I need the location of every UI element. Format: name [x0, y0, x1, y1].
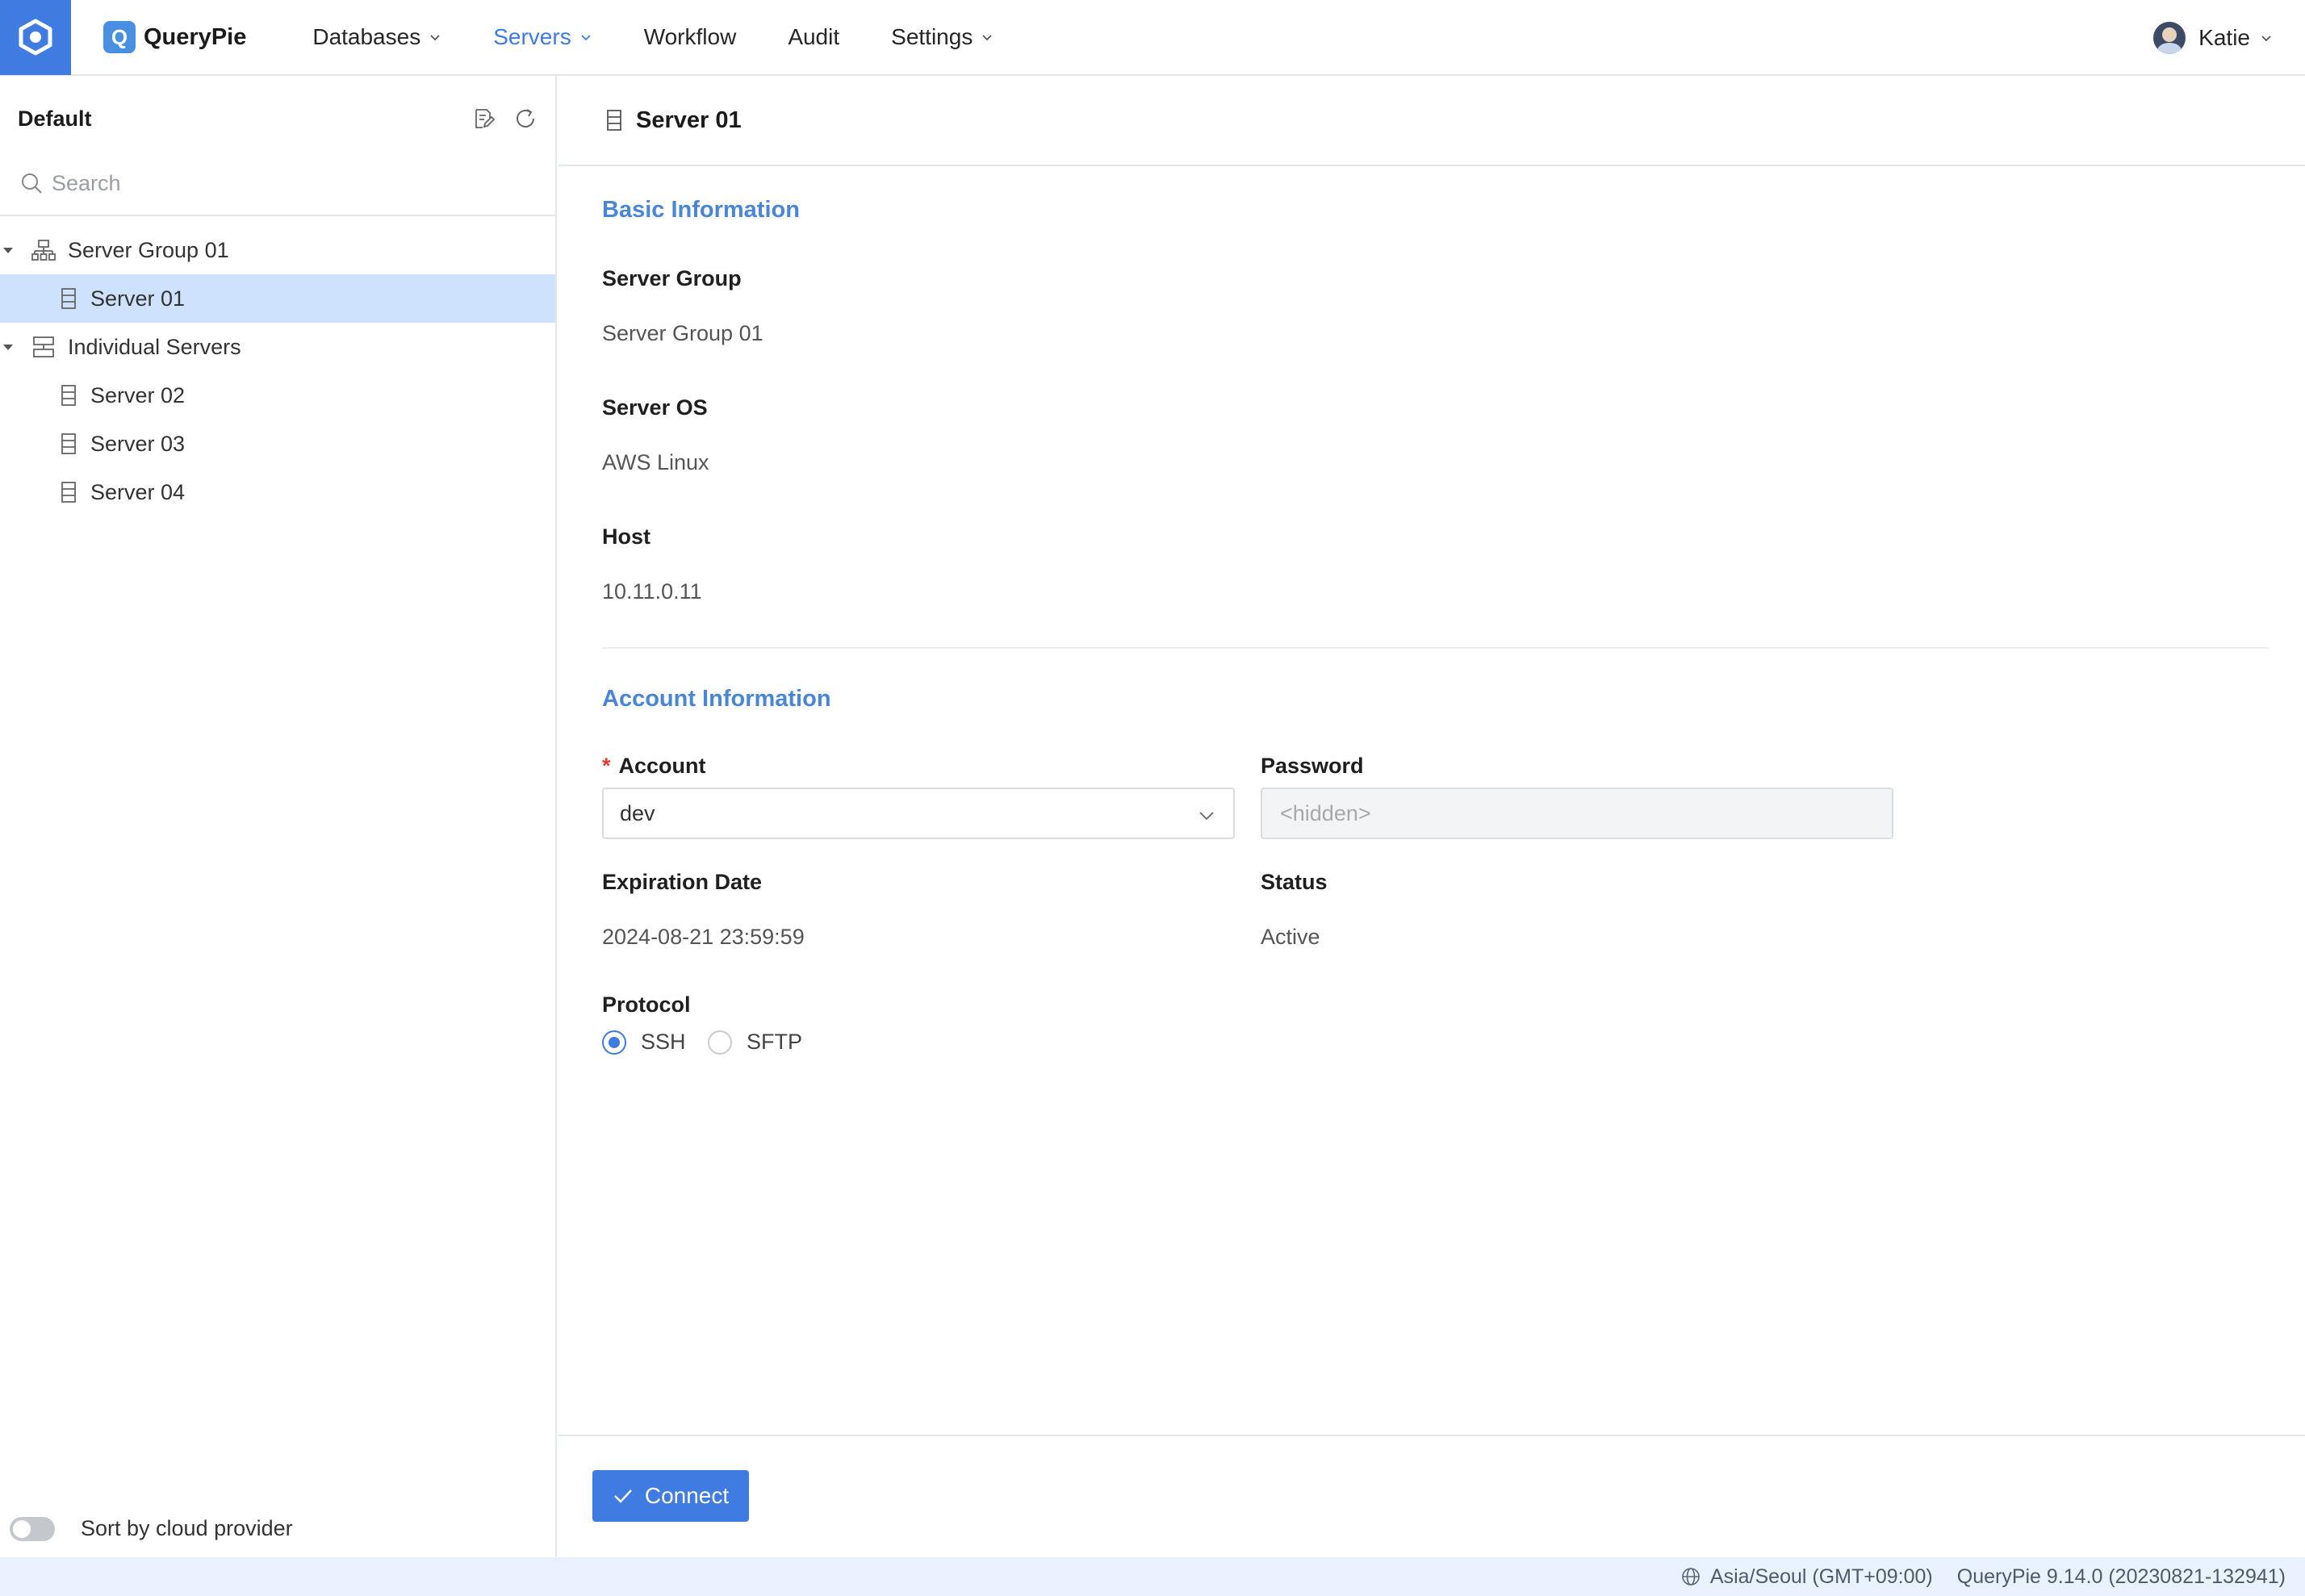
protocol-ssh-label: SSH [641, 1030, 686, 1054]
nav-workflow[interactable]: Workflow [644, 0, 737, 75]
chevron-down-icon [982, 35, 992, 41]
tree-item-label: Server 04 [90, 479, 186, 504]
account-label-text: Account [618, 754, 706, 778]
password-field: <hidden> [1261, 788, 1893, 839]
tree-item-label: Server 01 [90, 286, 186, 311]
caret-down-icon[interactable] [2, 244, 15, 257]
host-label: Host [602, 524, 651, 549]
server-group-icon [31, 240, 56, 261]
expiration-date-value: 2024-08-21 23:59:59 [602, 925, 805, 949]
sidebar-search [0, 152, 555, 216]
status-value: Active [1261, 925, 1320, 949]
nav-audit[interactable]: Audit [788, 0, 839, 75]
server-icon [61, 288, 76, 309]
sort-toggle-switch[interactable] [10, 1516, 55, 1541]
edit-list-icon[interactable] [471, 107, 496, 131]
timezone-label[interactable]: Asia/Seoul (GMT+09:00) [1710, 1565, 1933, 1589]
search-input[interactable] [52, 170, 536, 196]
status-bar: Asia/Seoul (GMT+09:00) QueryPie 9.14.0 (… [0, 1557, 2305, 1596]
password-placeholder: <hidden> [1280, 800, 1371, 825]
server-icon [61, 433, 76, 454]
chevron-down-icon [581, 35, 591, 41]
tree-item-server-04[interactable]: Server 04 [0, 468, 555, 516]
nav-workflow-label: Workflow [643, 24, 737, 49]
main-panel: Server 01 Basic Information Server Group… [558, 76, 2305, 1557]
account-select-value: dev [620, 800, 655, 825]
tree-item-server-03[interactable]: Server 03 [0, 420, 555, 468]
tree-group-server-group-01[interactable]: Server Group 01 [0, 226, 555, 274]
nav-settings[interactable]: Settings [891, 0, 994, 75]
app-logo[interactable]: Q QueryPie [103, 21, 246, 53]
protocol-sftp-label: SFTP [747, 1030, 803, 1054]
server-group-value: Server Group 01 [602, 321, 763, 345]
nav-settings-label: Settings [891, 24, 973, 49]
account-select[interactable]: dev [602, 788, 1235, 839]
connect-button-label: Connect [644, 1483, 730, 1508]
tree-item-label: Server 02 [90, 382, 186, 407]
nav-databases[interactable]: Databases [312, 0, 441, 75]
password-label: Password [1261, 754, 1364, 778]
user-menu[interactable]: Katie [2153, 0, 2273, 76]
chevron-down-icon [1199, 812, 1214, 821]
section-divider [602, 647, 2269, 649]
check-icon [613, 1489, 632, 1503]
main-header: Server 01 [558, 76, 2305, 166]
sidebar-title: Default [18, 106, 92, 131]
version-label: QueryPie 9.14.0 (20230821-132941) [1956, 1565, 2286, 1588]
server-os-value: AWS Linux [602, 450, 709, 474]
sort-toggle-label: Sort by cloud provider [81, 1516, 293, 1540]
server-icon [607, 110, 621, 131]
page-title: Server 01 [636, 107, 742, 133]
app-switcher-button[interactable] [0, 0, 71, 75]
search-icon [22, 173, 42, 194]
status-label: Status [1261, 870, 1328, 894]
protocol-label: Protocol [602, 992, 691, 1017]
refresh-icon[interactable] [513, 107, 538, 131]
top-nav: Q QueryPie Databases Servers Workflow Au… [0, 0, 2305, 76]
protocol-sftp-radio[interactable]: SFTP [708, 1030, 802, 1055]
main-menu: Databases Servers Workflow Audit Setting… [312, 0, 1045, 75]
server-tree: Server Group 01 Server 01 Individual Ser… [0, 216, 555, 516]
tree-group-label: Server Group 01 [68, 237, 229, 262]
basic-information-title: Basic Information [602, 197, 800, 223]
account-information-title: Account Information [602, 686, 831, 712]
chevron-down-icon [2261, 36, 2271, 42]
caret-down-icon[interactable] [2, 341, 15, 353]
chevron-down-icon [430, 35, 440, 41]
querypie-mark-icon [19, 19, 52, 56]
sidebar-header: Default [0, 76, 555, 161]
radio-selected-icon[interactable] [602, 1030, 626, 1055]
user-name: Katie [2198, 25, 2250, 50]
sidebar-actions [454, 107, 538, 131]
logo-q-icon: Q [103, 21, 136, 53]
action-footer: Connect [558, 1435, 2305, 1557]
tree-item-label: Server 03 [90, 431, 186, 456]
nav-servers[interactable]: Servers [493, 0, 592, 75]
server-icon [61, 385, 76, 406]
server-stack-icon [33, 336, 54, 357]
server-group-label: Server Group [602, 266, 742, 290]
sort-by-cloud-provider: Sort by cloud provider [10, 1516, 293, 1541]
tree-group-individual-servers[interactable]: Individual Servers [0, 323, 555, 371]
tree-item-server-02[interactable]: Server 02 [0, 371, 555, 420]
globe-icon [1682, 1568, 1700, 1586]
account-label: * Account [602, 754, 706, 779]
tree-group-label: Individual Servers [68, 334, 241, 359]
app-name: QueryPie [144, 23, 247, 50]
protocol-ssh-radio[interactable]: SSH [602, 1030, 686, 1055]
expiration-date-label: Expiration Date [602, 870, 763, 894]
nav-audit-label: Audit [788, 24, 840, 49]
nav-databases-label: Databases [312, 24, 421, 49]
server-icon [61, 482, 76, 503]
radio-unselected-icon[interactable] [708, 1030, 732, 1055]
host-value: 10.11.0.11 [602, 579, 702, 604]
avatar [2153, 22, 2186, 54]
connect-button[interactable]: Connect [592, 1470, 749, 1522]
server-os-label: Server OS [602, 395, 708, 420]
required-mark: * [602, 754, 611, 778]
tree-item-server-01[interactable]: Server 01 [0, 274, 555, 323]
nav-servers-label: Servers [493, 24, 571, 49]
sidebar: Default Search Server Group 01 Server 01… [0, 76, 557, 1557]
